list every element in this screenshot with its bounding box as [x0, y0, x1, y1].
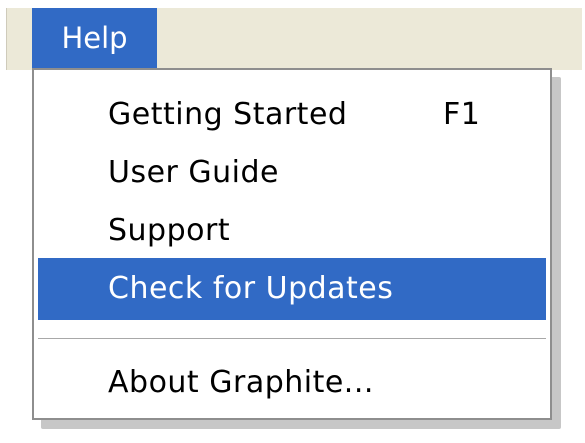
menu-item-label: Support	[108, 213, 231, 248]
menu-item-user-guide[interactable]: User Guide	[38, 142, 546, 204]
menu-item-getting-started[interactable]: Getting Started F1	[38, 84, 546, 146]
menu-item-label: About Graphite...	[108, 365, 374, 400]
menu-item-label: Check for Updates	[108, 271, 394, 306]
menu-item-support[interactable]: Support	[38, 200, 546, 262]
help-dropdown-menu: Getting Started F1 User Guide Support Ch…	[32, 68, 552, 420]
menu-separator	[38, 338, 546, 340]
menu-item-label: User Guide	[108, 155, 280, 190]
menu-item-about-graphite[interactable]: About Graphite...	[38, 352, 546, 414]
menu-item-label: Getting Started	[108, 97, 348, 132]
menu-help[interactable]: Help	[32, 8, 157, 68]
menu-item-check-for-updates[interactable]: Check for Updates	[38, 258, 546, 320]
menu-item-shortcut: F1	[443, 97, 481, 132]
application-window: Help Getting Started F1 User Guide Suppo…	[0, 0, 585, 443]
